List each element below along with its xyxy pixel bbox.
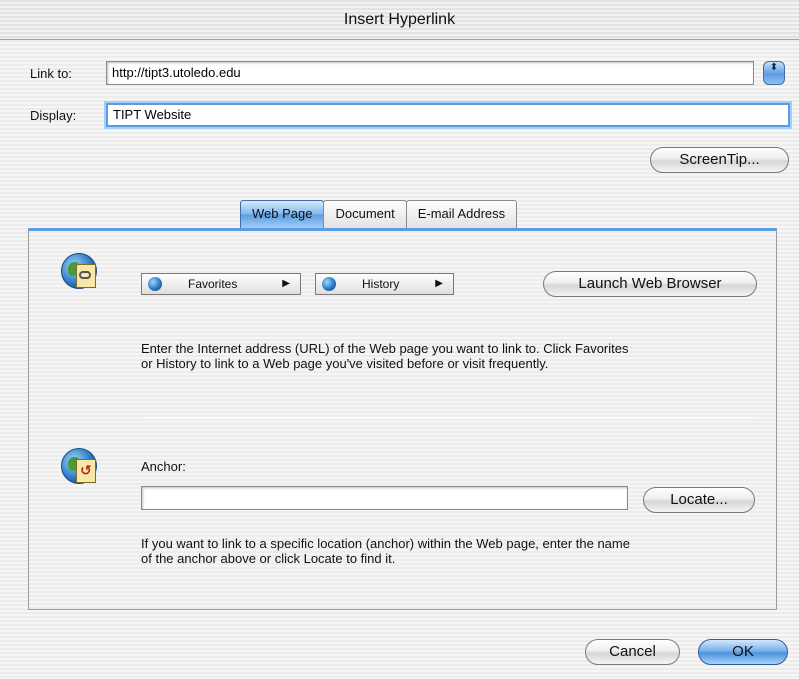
display-label: Display:	[30, 108, 77, 123]
history-popup[interactable]: History ▶	[315, 273, 454, 295]
anchor-description: If you want to link to a specific locati…	[141, 536, 630, 566]
history-label: History	[362, 277, 400, 291]
tab-document[interactable]: Document	[323, 200, 407, 228]
link-to-field[interactable]: http://tipt3.utoledo.edu	[106, 61, 754, 85]
display-field[interactable]: TIPT Website	[106, 103, 790, 127]
popup-arrow-icon: ▶	[282, 278, 290, 289]
locate-button[interactable]: Locate...	[643, 487, 755, 513]
stepper-icon[interactable]: ⬍	[763, 61, 785, 85]
web-page-description: Enter the Internet address (URL) of the …	[141, 341, 629, 371]
tab-bar: Web Page Document E-mail Address	[240, 200, 518, 228]
tab-web-page[interactable]: Web Page	[240, 200, 325, 228]
link-to-label: Link to:	[30, 66, 72, 81]
favorites-popup[interactable]: Favorites ▶	[141, 273, 301, 295]
globe-icon	[148, 277, 162, 291]
launch-web-browser-button[interactable]: Launch Web Browser	[543, 271, 757, 297]
cancel-button[interactable]: Cancel	[585, 639, 680, 665]
divider	[141, 417, 759, 418]
globe-link-icon	[61, 253, 97, 289]
favorites-label: Favorites	[188, 277, 238, 291]
tab-email-address[interactable]: E-mail Address	[405, 200, 518, 228]
globe-anchor-icon: ↺	[61, 448, 97, 484]
screentip-button[interactable]: ScreenTip...	[650, 147, 789, 173]
popup-arrow-icon: ▶	[435, 278, 443, 289]
anchor-field[interactable]	[141, 486, 628, 510]
ok-button[interactable]: OK	[698, 639, 788, 665]
web-page-panel: Favorites ▶ History ▶ Launch Web Browser…	[28, 228, 777, 610]
anchor-label: Anchor:	[141, 459, 186, 474]
globe-icon	[322, 277, 336, 291]
window-title: Insert Hyperlink	[0, 0, 799, 40]
